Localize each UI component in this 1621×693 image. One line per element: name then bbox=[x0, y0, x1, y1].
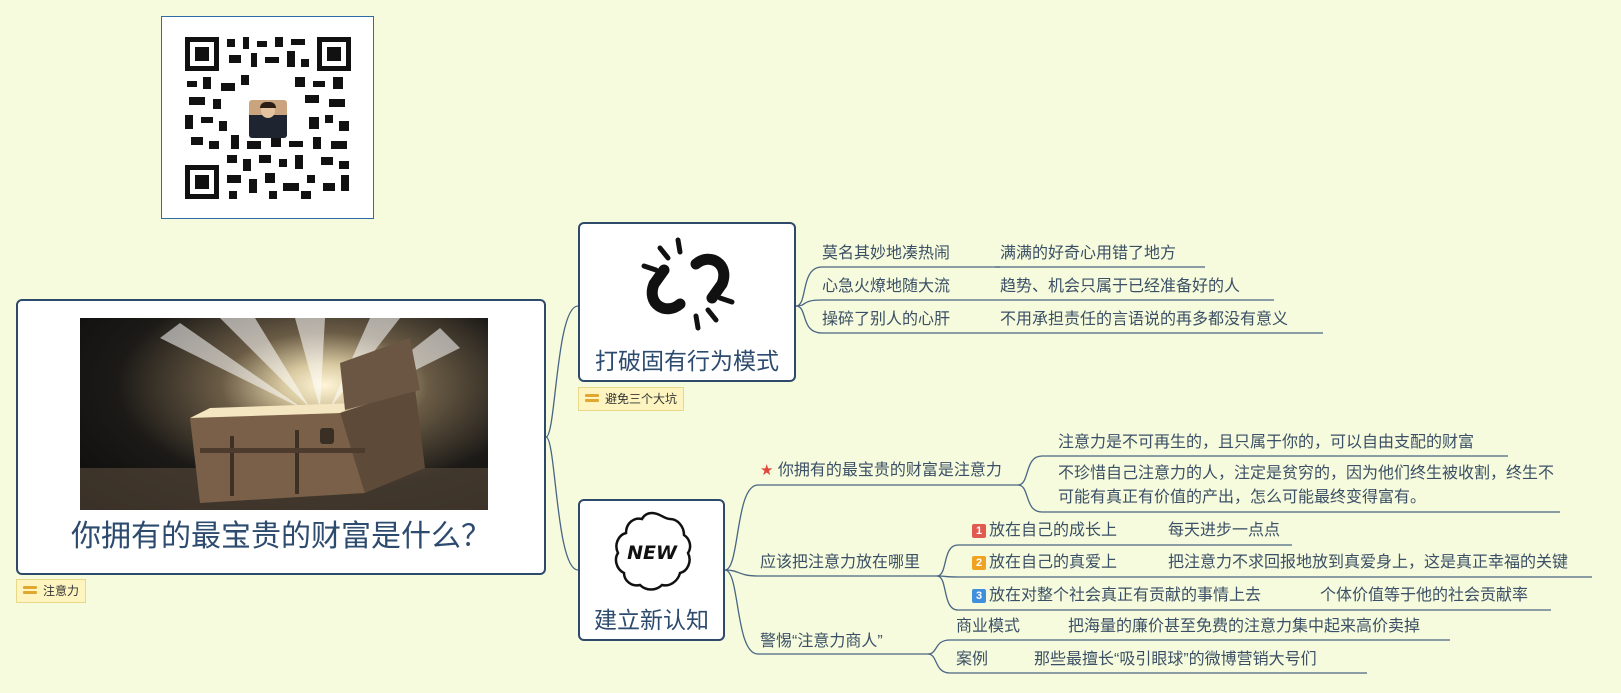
new-badge-icon: NEW bbox=[614, 511, 692, 591]
numbered-item-3[interactable]: 3 放在对整个社会真正有贡献的事情上去 bbox=[972, 586, 1261, 606]
branch-new-cognition[interactable]: NEW 建立新认知 bbox=[578, 499, 725, 641]
topic-detail[interactable]: 不用承担责任的言语说的再多都没有意义 bbox=[1000, 310, 1288, 330]
branch-break-patterns[interactable]: 打破固有行为模式 bbox=[578, 222, 796, 382]
branch-new-cognition-title: 建立新认知 bbox=[594, 607, 709, 633]
topic-detail[interactable]: 满满的好奇心用错了地方 bbox=[1000, 244, 1176, 264]
qr-code-card bbox=[161, 16, 374, 219]
priority-2-icon: 2 bbox=[972, 556, 986, 570]
branch-break-patterns-note[interactable]: 避免三个大坑 bbox=[578, 387, 685, 411]
numbered-item-label: 放在自己的真爱上 bbox=[989, 554, 1118, 571]
topic-item[interactable]: 心急火燎地随大流 bbox=[822, 277, 950, 297]
numbered-item-1[interactable]: 1 放在自己的成长上 bbox=[972, 521, 1117, 541]
topic-detail[interactable]: 注意力是不可再生的，且只属于你的，可以自由支配的财富 bbox=[1058, 433, 1474, 453]
topic-detail[interactable]: 把注意力不求回报地放到真爱身上，这是真正幸福的关键 bbox=[1168, 553, 1568, 573]
broken-link-icon bbox=[641, 237, 735, 331]
topic-item[interactable]: 莫名其妙地凑热闹 bbox=[822, 244, 950, 264]
topic-item-starred[interactable]: ★ 你拥有的最宝贵的财富是注意力 bbox=[760, 461, 1002, 481]
topic-item[interactable]: 警惕“注意力商人” bbox=[760, 632, 883, 652]
treasure-chest-image bbox=[80, 318, 488, 510]
topic-detail[interactable]: 个体价值等于他的社会贡献率 bbox=[1320, 586, 1528, 606]
central-topic-note[interactable]: 注意力 bbox=[16, 579, 87, 603]
note-label: 避免三个大坑 bbox=[605, 392, 678, 406]
priority-1-icon: 1 bbox=[972, 524, 986, 538]
numbered-item-2[interactable]: 2 放在自己的真爱上 bbox=[972, 553, 1117, 573]
topic-item[interactable]: 案例 bbox=[956, 650, 988, 670]
central-topic-title: 你拥有的最宝贵的财富是什么？ bbox=[71, 520, 491, 553]
note-icon bbox=[585, 394, 599, 404]
central-topic[interactable]: 你拥有的最宝贵的财富是什么？ bbox=[16, 299, 546, 575]
numbered-item-label: 放在对整个社会真正有贡献的事情上去 bbox=[989, 587, 1262, 604]
topic-detail[interactable]: 趋势、机会只属于已经准备好的人 bbox=[1000, 277, 1240, 297]
note-icon bbox=[23, 586, 37, 596]
topic-detail[interactable]: 把海量的廉价甚至免费的注意力集中起来高价卖掉 bbox=[1068, 617, 1420, 637]
topic-item[interactable]: 操碎了别人的心肝 bbox=[822, 310, 950, 330]
topic-detail[interactable]: 每天进步一点点 bbox=[1168, 521, 1280, 541]
svg-text:NEW: NEW bbox=[627, 542, 678, 564]
numbered-item-label: 放在自己的成长上 bbox=[989, 522, 1118, 539]
topic-detail[interactable]: 那些最擅长“吸引眼球”的微博营销大号们 bbox=[1034, 650, 1317, 670]
topic-item[interactable]: 应该把注意力放在哪里 bbox=[760, 553, 920, 573]
priority-3-icon: 3 bbox=[972, 589, 986, 603]
topic-detail[interactable]: 不珍惜自己注意力的人，注定是贫穷的，因为他们终生被收割，终生不可能有真正有价值的… bbox=[1058, 462, 1558, 510]
avatar-icon bbox=[249, 100, 287, 138]
note-label: 注意力 bbox=[43, 584, 80, 598]
topic-item-label: 你拥有的最宝贵的财富是注意力 bbox=[777, 462, 1002, 479]
topic-item[interactable]: 商业模式 bbox=[956, 617, 1020, 637]
branch-break-patterns-title: 打破固有行为模式 bbox=[595, 348, 779, 374]
star-icon: ★ bbox=[760, 462, 774, 479]
